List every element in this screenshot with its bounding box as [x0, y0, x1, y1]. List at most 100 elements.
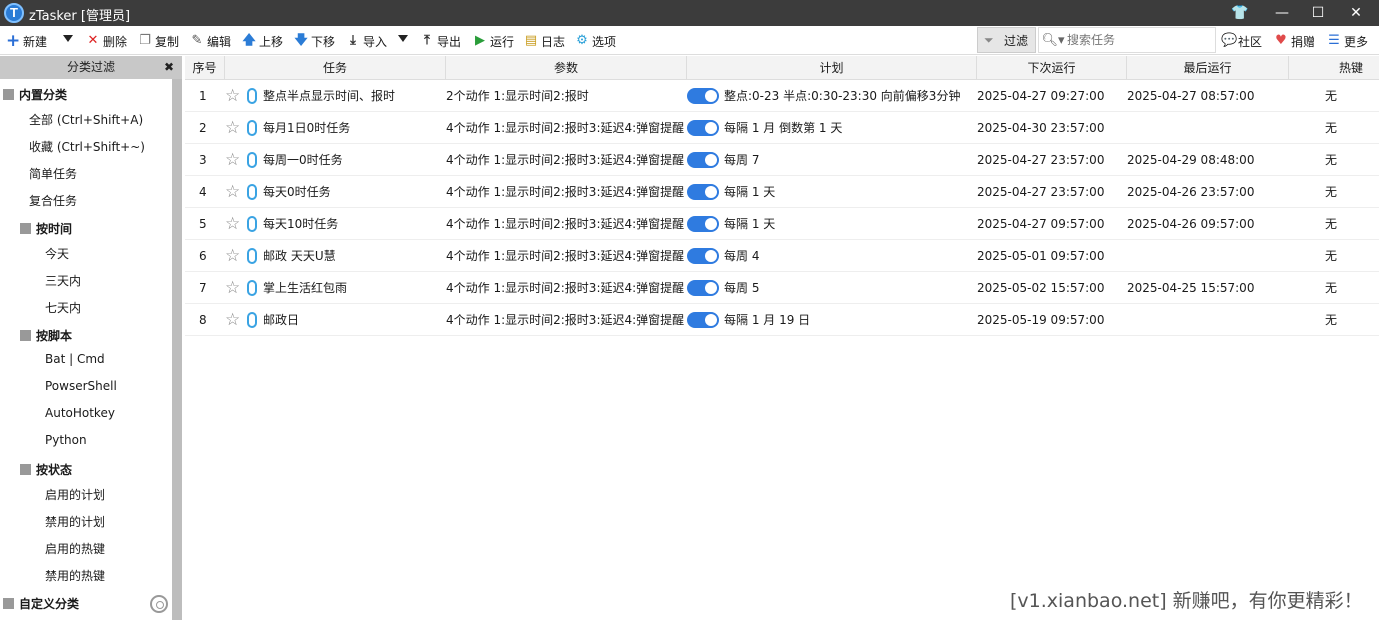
last-run: 2025-04-26 09:57:00 — [1127, 217, 1255, 231]
collapse-icon — [3, 598, 14, 609]
hotkey: 无 — [1325, 313, 1338, 327]
task-params: 4个动作 1:显示时间2:报时3:延迟4:弹窗提醒 — [446, 281, 685, 295]
sidebar-item-enabled-hotkeys[interactable]: 启用的热键 — [45, 540, 105, 557]
sidebar-item-autohotkey[interactable]: AutoHotkey — [45, 406, 115, 420]
col-params[interactable]: 参数 — [446, 56, 687, 80]
col-hotkey[interactable]: 热键 — [1289, 56, 1379, 80]
star-icon[interactable]: ☆ — [225, 119, 243, 137]
row-no: 1 — [199, 89, 207, 103]
sidebar-item-three-days[interactable]: 三天内 — [45, 272, 81, 289]
community-button[interactable]: 💬 社区 — [1221, 31, 1262, 51]
sidebar-item-today[interactable]: 今天 — [45, 245, 69, 262]
next-run: 2025-05-01 09:57:00 — [977, 249, 1105, 263]
table-row[interactable]: 1 ☆ 整点半点显示时间、报时 2个动作 1:显示时间2:报时 整点:0-23 半点:0… — [185, 80, 1379, 112]
group-builtin[interactable]: 内置分类 — [3, 86, 67, 103]
sidebar-item-simple[interactable]: 简单任务 — [29, 165, 77, 182]
search-icon[interactable]: 🔍︎▾ — [1039, 33, 1067, 48]
star-icon[interactable]: ☆ — [225, 215, 243, 233]
sidebar-item-disabled-hotkeys[interactable]: 禁用的热键 — [45, 567, 105, 584]
table-row[interactable]: 2 ☆ 每月1日0时任务 4个动作 1:显示时间2:报时3:延迟4:弹窗提醒 每隔 1 … — [185, 112, 1379, 144]
search-input[interactable] — [1067, 33, 1207, 47]
list-icon: ☰ — [1328, 33, 1340, 48]
move-down-button[interactable]: 🡇 下移 — [294, 31, 335, 51]
log-button[interactable]: ▤ 日志 — [524, 31, 565, 51]
sidebar-item-all[interactable]: 全部 (Ctrl+Shift+A) — [29, 111, 143, 128]
table-row[interactable]: 4 ☆ 每天0时任务 4个动作 1:显示时间2:报时3:延迟4:弹窗提醒 每隔 1 天 2… — [185, 176, 1379, 208]
table-row[interactable]: 6 ☆ 邮政 天天U慧 4个动作 1:显示时间2:报时3:延迟4:弹窗提醒 每周 4 20… — [185, 240, 1379, 272]
sidebar-item-powershell[interactable]: PowserShell — [45, 379, 117, 393]
sidebar-item-favorites[interactable]: 收藏 (Ctrl+Shift+~) — [29, 138, 145, 155]
task-params: 4个动作 1:显示时间2:报时3:延迟4:弹窗提醒 — [446, 185, 685, 199]
col-last-run[interactable]: 最后运行 — [1127, 56, 1289, 80]
table-header: 序号 任务 参数 计划 下次运行 最后运行 热键 — [185, 56, 1379, 80]
enable-toggle[interactable] — [687, 184, 719, 200]
link-icon — [247, 120, 257, 136]
star-icon[interactable]: ☆ — [225, 151, 243, 169]
move-up-label: 上移 — [259, 34, 284, 49]
plus-icon: + — [6, 31, 21, 51]
import-label: 导入 — [363, 34, 388, 49]
enable-toggle[interactable] — [687, 88, 719, 104]
import-dropdown-icon[interactable] — [398, 35, 408, 42]
enable-toggle[interactable] — [687, 216, 719, 232]
sidebar-item-python[interactable]: Python — [45, 433, 87, 447]
group-custom[interactable]: 自定义分类 — [3, 595, 79, 612]
new-dropdown-icon[interactable] — [63, 35, 73, 42]
sidebar-item-disabled-plans[interactable]: 禁用的计划 — [45, 513, 105, 530]
star-icon[interactable]: ☆ — [225, 247, 243, 265]
next-run: 2025-04-27 23:57:00 — [977, 185, 1105, 199]
filter-button[interactable]: ⏷ 过滤 — [977, 27, 1036, 53]
new-button[interactable]: + 新建 — [6, 31, 47, 51]
enable-toggle[interactable] — [687, 120, 719, 136]
delete-button[interactable]: ✕ 删除 — [86, 31, 127, 51]
options-button[interactable]: ⚙ 选项 — [575, 31, 616, 51]
heart-icon: ♥ — [1275, 33, 1287, 48]
enable-toggle[interactable] — [687, 312, 719, 328]
sidebar-item-seven-days[interactable]: 七天内 — [45, 299, 81, 316]
table-row[interactable]: 3 ☆ 每周一0时任务 4个动作 1:显示时间2:报时3:延迟4:弹窗提醒 每周 7 20… — [185, 144, 1379, 176]
donate-button[interactable]: ♥ 捐赠 — [1274, 31, 1315, 51]
group-by-script[interactable]: 按脚本 — [20, 327, 72, 344]
more-button[interactable]: ☰ 更多 — [1327, 31, 1368, 51]
col-next-run[interactable]: 下次运行 — [977, 56, 1127, 80]
col-no[interactable]: 序号 — [185, 56, 225, 80]
close-button[interactable]: ✕ — [1333, 0, 1379, 26]
sidebar-item-composite[interactable]: 复合任务 — [29, 192, 77, 209]
import-button[interactable]: ⤓ 导入 — [346, 31, 387, 51]
log-icon: ▤ — [524, 33, 538, 48]
edit-button[interactable]: ✎ 编辑 — [190, 31, 231, 51]
sidebar-item-bat[interactable]: Bat | Cmd — [45, 352, 105, 366]
sidebar-item-enabled-plans[interactable]: 启用的计划 — [45, 486, 105, 503]
skin-icon[interactable]: 👕 — [1217, 0, 1263, 26]
star-icon[interactable]: ☆ — [225, 183, 243, 201]
play-icon: ▶ — [475, 33, 485, 48]
col-task[interactable]: 任务 — [225, 56, 446, 80]
enable-toggle[interactable] — [687, 280, 719, 296]
enable-toggle[interactable] — [687, 152, 719, 168]
import-icon: ⤓ — [350, 33, 356, 48]
star-icon[interactable]: ☆ — [225, 279, 243, 297]
settings-gear-icon[interactable] — [150, 595, 168, 613]
table-row[interactable]: 5 ☆ 每天10时任务 4个动作 1:显示时间2:报时3:延迟4:弹窗提醒 每隔 1 天… — [185, 208, 1379, 240]
move-up-button[interactable]: 🡅 上移 — [242, 31, 283, 51]
copy-button[interactable]: ❐ 复制 — [138, 31, 179, 51]
close-sidebar-icon[interactable]: ✖ — [164, 56, 174, 79]
export-button[interactable]: ⤒ 导出 — [420, 31, 461, 51]
task-table: 序号 任务 参数 计划 下次运行 最后运行 热键 1 ☆ 整点半点显示时间、报时 2个… — [185, 56, 1379, 620]
link-icon — [247, 184, 257, 200]
row-no: 6 — [199, 249, 207, 263]
run-button[interactable]: ▶ 运行 — [473, 31, 514, 51]
table-row[interactable]: 7 ☆ 掌上生活红包雨 4个动作 1:显示时间2:报时3:延迟4:弹窗提醒 每周 5 20… — [185, 272, 1379, 304]
filter-label: 过滤 — [1004, 33, 1029, 48]
sidebar-scrollbar[interactable] — [172, 79, 182, 620]
group-by-status[interactable]: 按状态 — [20, 461, 72, 478]
group-by-time[interactable]: 按时间 — [20, 220, 72, 237]
enable-toggle[interactable] — [687, 248, 719, 264]
task-params: 4个动作 1:显示时间2:报时3:延迟4:弹窗提醒 — [446, 121, 685, 135]
star-icon[interactable]: ☆ — [225, 311, 243, 329]
col-plan[interactable]: 计划 — [687, 56, 977, 80]
export-label: 导出 — [437, 34, 462, 49]
hotkey: 无 — [1325, 185, 1338, 199]
table-row[interactable]: 8 ☆ 邮政日 4个动作 1:显示时间2:报时3:延迟4:弹窗提醒 每隔 1 月 19 … — [185, 304, 1379, 336]
star-icon[interactable]: ☆ — [225, 87, 243, 105]
